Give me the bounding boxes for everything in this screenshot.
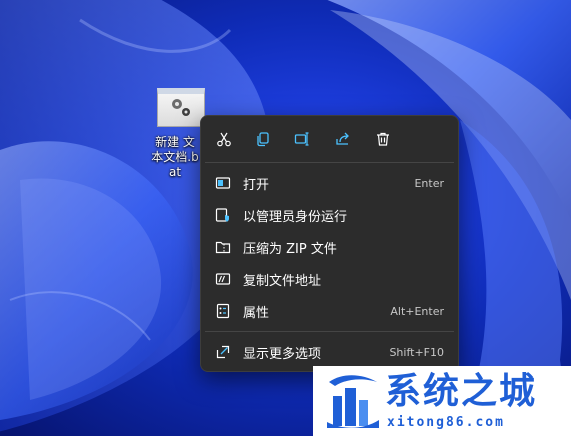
menu-item-properties[interactable]: 属性 Alt+Enter [205, 296, 454, 326]
delete-button[interactable] [368, 124, 398, 154]
share-icon [336, 132, 349, 145]
rename-button[interactable] [287, 124, 317, 154]
file-name-label: 新建 文本文档.bat [151, 135, 199, 179]
show-more-icon [215, 344, 231, 360]
menu-item-open[interactable]: 打开 Enter [205, 168, 454, 198]
cut-button[interactable] [209, 124, 239, 154]
menu-item-shortcut: Shift+F10 [389, 345, 444, 359]
menu-item-compress-zip[interactable]: 压缩为 ZIP 文件 [205, 232, 454, 262]
open-window-icon [215, 175, 231, 191]
menu-item-shortcut: Alt+Enter [390, 304, 444, 318]
toolbar-divider [205, 162, 454, 163]
trash-icon [377, 132, 389, 146]
menu-item-run-as-admin[interactable]: 以管理员身份运行 [205, 200, 454, 230]
menu-item-label: 显示更多选项 [243, 346, 322, 362]
menu-item-shortcut: Enter [414, 176, 444, 190]
menu-item-label: 以管理员身份运行 [243, 209, 348, 225]
watermark-title: 系统之城 [385, 371, 538, 412]
watermark: 系统之城 xitong86.com [313, 366, 571, 436]
properties-icon [215, 303, 231, 319]
watermark-url: xitong86.com [387, 415, 505, 430]
context-menu-toolbar [201, 124, 458, 154]
menu-divider [205, 331, 454, 332]
copy-icon [257, 132, 269, 147]
menu-item-label: 复制文件地址 [243, 273, 322, 289]
menu-item-copy-path[interactable]: 复制文件地址 [205, 264, 454, 294]
copy-path-icon [215, 271, 231, 287]
batch-file-icon [157, 88, 205, 127]
menu-item-label: 压缩为 ZIP 文件 [243, 241, 337, 257]
shield-icon [215, 207, 231, 223]
gear-icon [172, 99, 190, 116]
menu-item-label: 打开 [243, 177, 270, 193]
rename-icon [294, 132, 309, 146]
context-menu: 打开 Enter 以管理员身份运行 压缩为 ZIP 文件 复制文件地址 属性 A… [200, 115, 459, 372]
share-button[interactable] [328, 124, 358, 154]
menu-item-label: 属性 [243, 305, 270, 321]
menu-item-show-more-options[interactable]: 显示更多选项 Shift+F10 [205, 337, 454, 367]
copy-button[interactable] [248, 124, 278, 154]
zip-folder-icon [215, 239, 231, 255]
scissors-icon [217, 132, 231, 147]
city-logo-icon [327, 375, 379, 428]
